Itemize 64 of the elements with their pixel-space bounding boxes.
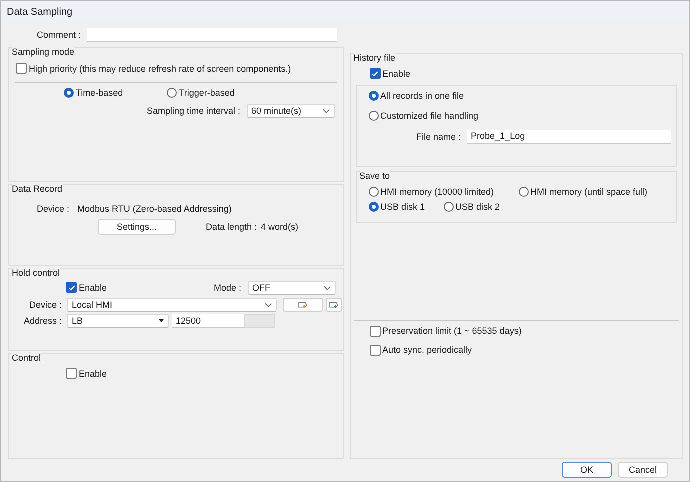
- device-value: Modbus RTU (Zero-based Addressing): [78, 204, 232, 214]
- caret-icon: [322, 108, 330, 114]
- radio-button[interactable]: [167, 88, 178, 98]
- address-field[interactable]: 12500: [172, 314, 244, 328]
- mode-label: Mode :: [214, 283, 242, 293]
- checkbox[interactable]: [370, 68, 380, 79]
- group-title: Save to: [360, 170, 390, 182]
- group-title: Hold control: [12, 268, 60, 279]
- checkbox-label: Enable: [382, 68, 411, 78]
- dialog-button[interactable]: Cancel: [618, 462, 668, 478]
- radio-button[interactable]: [368, 90, 378, 100]
- device-settings-button[interactable]: [283, 298, 323, 312]
- group-title: History file: [354, 53, 396, 64]
- radio-button[interactable]: [368, 110, 378, 120]
- caret-icon: [324, 286, 331, 290]
- device-label: Device :: [37, 204, 70, 214]
- checkbox-label: High priority (this may reduce refresh rate of screen components.): [29, 64, 292, 74]
- radio-label: Trigger-based: [179, 88, 235, 98]
- device-dropdown[interactable]: Local HMI: [67, 298, 277, 312]
- add-device-button[interactable]: [326, 298, 342, 312]
- comment-label: Comment :: [37, 30, 82, 40]
- caret-icon: [159, 319, 164, 323]
- group-title: Sampling mode: [12, 47, 75, 58]
- checkbox[interactable]: [66, 282, 77, 294]
- checkbox-label: Preservation limit (1 ~ 65535 days): [382, 326, 522, 336]
- checkbox[interactable]: [370, 344, 380, 356]
- file-name-label: File name :: [416, 132, 462, 142]
- comment-field[interactable]: [87, 28, 338, 42]
- group-title: Control: [12, 353, 42, 364]
- interval-label: Sampling time interval :: [146, 106, 240, 116]
- device-label: Device :: [28, 300, 62, 310]
- radio-label: HMI memory (until space full): [530, 186, 648, 196]
- group-title: Data Record: [12, 184, 63, 195]
- add-tag-icon: [329, 301, 339, 309]
- disabled-field: [244, 314, 275, 328]
- radio-label: HMI memory (10000 limited): [380, 186, 494, 196]
- dialog-button[interactable]: OK: [562, 462, 612, 478]
- radio-label: All records in one file: [380, 90, 464, 100]
- radio-label: Time-based: [76, 88, 124, 98]
- settings-button[interactable]: Settings...: [98, 219, 176, 235]
- radio-button[interactable]: [368, 186, 378, 196]
- checkbox-label: Enable: [79, 368, 108, 378]
- file-name-field[interactable]: Probe_1_Log: [467, 130, 672, 144]
- radio-button[interactable]: [518, 186, 528, 196]
- address-type-dropdown[interactable]: LB: [67, 314, 169, 328]
- radio-label: USB disk 1: [380, 202, 426, 212]
- data-length-value: 4 word(s): [261, 222, 299, 232]
- interval-dropdown[interactable]: 60 minute(s): [246, 104, 334, 118]
- mode-dropdown[interactable]: OFF: [248, 281, 336, 295]
- caret-icon: [265, 302, 272, 308]
- data-length-label: Data length :: [206, 222, 258, 232]
- tag-icon: [298, 301, 308, 309]
- radio-button[interactable]: [64, 88, 74, 98]
- checkbox[interactable]: [370, 326, 380, 336]
- checkbox-label: Enable: [79, 282, 108, 293]
- radio-button[interactable]: [368, 202, 378, 212]
- radio-button[interactable]: [444, 202, 454, 212]
- checkbox-label: Auto sync. periodically: [382, 345, 472, 355]
- checkbox[interactable]: [16, 63, 27, 74]
- radio-label: USB disk 2: [456, 202, 500, 212]
- window-title: Data Sampling: [7, 6, 73, 18]
- radio-label: Customized file handling: [380, 110, 479, 120]
- address-label: Address :: [22, 316, 62, 326]
- checkbox[interactable]: [66, 368, 77, 379]
